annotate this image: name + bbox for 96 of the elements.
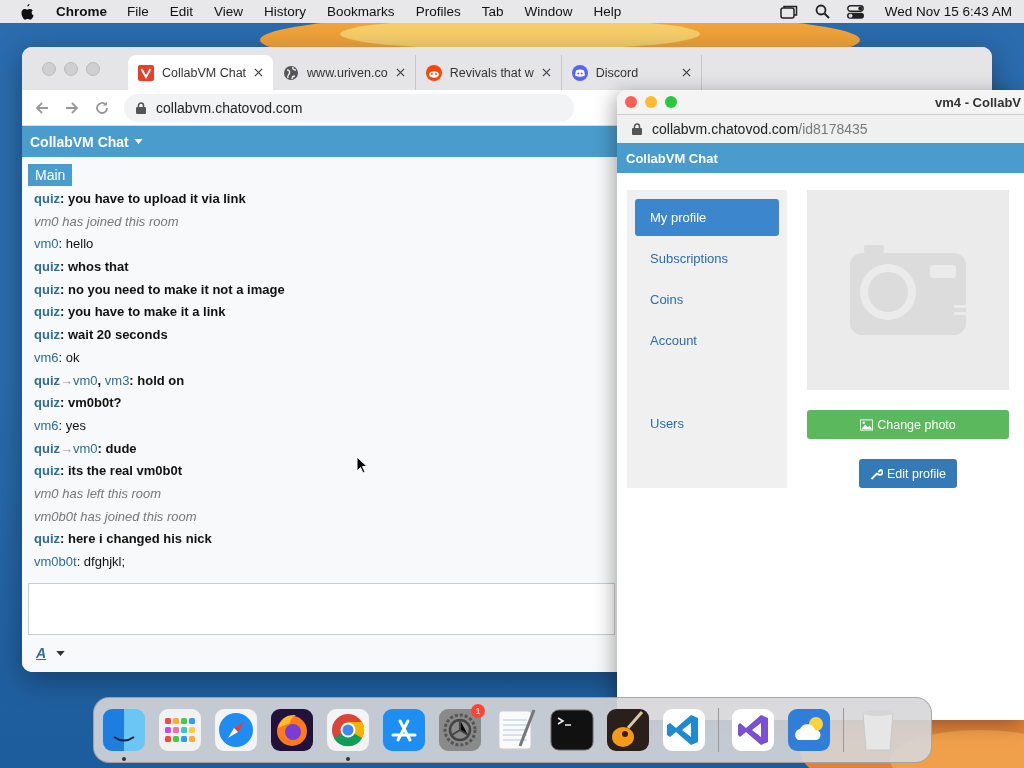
menu-item[interactable]: History bbox=[264, 4, 307, 19]
user-link[interactable]: quiz bbox=[34, 531, 60, 547]
image-icon bbox=[860, 418, 874, 431]
app-grid-icon[interactable] bbox=[158, 708, 202, 752]
close-icon[interactable] bbox=[254, 68, 264, 77]
system-notice: vm0b0t has joined this room bbox=[34, 507, 197, 526]
notification-badge: 1 bbox=[471, 704, 485, 718]
user-link[interactable]: vm0b0t bbox=[34, 554, 77, 569]
chat-message: vm0: hello bbox=[34, 235, 94, 254]
browser-tab[interactable]: CollabVM Chat bbox=[128, 55, 274, 90]
close-light[interactable] bbox=[625, 96, 637, 108]
clock[interactable]: Wed Nov 15 6:43 AM bbox=[884, 4, 1012, 19]
user-link[interactable]: quiz bbox=[34, 327, 60, 343]
guitar-icon[interactable] bbox=[606, 708, 650, 752]
reload-icon[interactable] bbox=[94, 99, 110, 116]
header-title: CollabVM Chat bbox=[626, 150, 718, 166]
user-link[interactable]: quiz bbox=[34, 281, 60, 297]
user-link[interactable]: vm3 bbox=[104, 372, 130, 388]
menu-item[interactable]: File bbox=[127, 4, 149, 19]
windows-icon[interactable] bbox=[779, 4, 798, 19]
user-link[interactable]: vm0 bbox=[34, 236, 59, 252]
caret-icon bbox=[133, 139, 143, 144]
wrench-icon bbox=[869, 467, 883, 480]
gear-icon[interactable] bbox=[438, 708, 482, 752]
nav-item[interactable]: Account bbox=[635, 322, 779, 359]
format-button[interactable]: A bbox=[36, 645, 47, 661]
apple-icon[interactable] bbox=[20, 3, 34, 20]
smile-tile-icon[interactable] bbox=[102, 708, 146, 752]
user-link[interactable]: vm6 bbox=[34, 349, 59, 365]
chat-menu[interactable]: CollabVM Chat bbox=[30, 133, 143, 150]
menu-item[interactable]: View bbox=[214, 4, 244, 19]
chat-message: quiz: you have to upload it via link bbox=[34, 190, 246, 208]
user-link[interactable]: quiz bbox=[34, 259, 60, 275]
user-link[interactable]: quiz bbox=[34, 440, 60, 456]
globe-icon bbox=[283, 64, 300, 81]
compass-icon[interactable] bbox=[214, 708, 258, 752]
lock-icon bbox=[136, 101, 146, 114]
user-link[interactable]: quiz bbox=[34, 395, 60, 411]
chat-message: vm6: ok bbox=[34, 348, 80, 367]
window-title: vm4 - CollabV bbox=[935, 94, 1021, 110]
user-link[interactable]: vm0 bbox=[73, 440, 98, 456]
message-input[interactable] bbox=[28, 583, 615, 635]
nav-item[interactable]: My profile bbox=[635, 199, 779, 236]
browser-tab[interactable]: www.uriven.co bbox=[273, 55, 416, 90]
code-ribbon-icon[interactable] bbox=[662, 708, 706, 752]
system-notice: vm0 has joined this room bbox=[34, 212, 179, 231]
close-icon[interactable] bbox=[395, 68, 405, 77]
menu-item[interactable]: Help bbox=[593, 4, 622, 19]
browser-tab[interactable]: Revivals that w bbox=[415, 55, 562, 90]
chat-message: quiz: you have to make it a link bbox=[34, 303, 226, 322]
user-link[interactable]: quiz bbox=[34, 304, 60, 320]
user-link[interactable]: quiz bbox=[34, 191, 60, 206]
close-icon[interactable] bbox=[541, 68, 551, 77]
user-link[interactable]: quiz bbox=[34, 463, 60, 479]
terminal-icon[interactable] bbox=[550, 708, 594, 752]
menu-item[interactable]: Profiles bbox=[415, 4, 461, 19]
chat-message: quiz: wait 20 seconds bbox=[34, 326, 168, 345]
room-tab[interactable]: Main bbox=[28, 164, 73, 186]
forward-icon[interactable] bbox=[64, 99, 80, 116]
user-link[interactable]: vm6 bbox=[34, 417, 59, 433]
user-link[interactable]: vm0 bbox=[73, 372, 98, 388]
edit-profile-button[interactable]: Edit profile bbox=[858, 459, 958, 488]
flame-globe-icon[interactable] bbox=[270, 708, 314, 752]
chat-message: quiz: no you need to make it not a image bbox=[34, 280, 285, 299]
close-icon[interactable] bbox=[681, 68, 691, 77]
chat-message: vm0b0t: dfghjkl; bbox=[34, 553, 126, 571]
back-icon[interactable] bbox=[34, 99, 50, 116]
a-strokes-icon[interactable] bbox=[382, 708, 426, 752]
url-text: collabvm.chatovod.com bbox=[156, 99, 303, 116]
url-text: collabvm.chatovod.com/id8178435 bbox=[652, 121, 868, 137]
chat-message: quiz→vm0: dude bbox=[34, 439, 137, 458]
chat-message: quiz: whos that bbox=[34, 258, 129, 277]
nav-item[interactable]: Coins bbox=[635, 281, 779, 318]
menu-item[interactable]: Tab bbox=[481, 4, 504, 19]
system-notice: vm0 has left this room bbox=[34, 484, 162, 503]
cloud-sun-icon[interactable] bbox=[787, 708, 831, 752]
menu-item[interactable]: Bookmarks bbox=[327, 4, 395, 19]
chat-message: quiz: its the real vm0b0t bbox=[34, 462, 183, 481]
chat-message: quiz: vm0b0t? bbox=[34, 394, 122, 413]
controller-circle-icon bbox=[571, 64, 588, 81]
chat-message: quiz→vm0, vm3: hold on bbox=[34, 371, 185, 390]
menu-item[interactable]: Window bbox=[524, 4, 573, 19]
user-link[interactable]: quiz bbox=[34, 372, 60, 388]
toggle-icon[interactable] bbox=[846, 4, 864, 19]
nav-item[interactable]: Subscriptions bbox=[635, 240, 779, 277]
alien-circle-icon bbox=[425, 64, 442, 81]
chat-message: quiz: here i changed his nick bbox=[34, 530, 212, 549]
address-bar[interactable]: collabvm.chatovod.com bbox=[124, 93, 574, 122]
caret-icon[interactable] bbox=[56, 650, 66, 656]
search-icon[interactable] bbox=[814, 4, 830, 19]
menu-item[interactable]: Edit bbox=[169, 4, 194, 19]
app-menu[interactable]: Chrome bbox=[56, 4, 107, 19]
lock-icon bbox=[632, 123, 642, 135]
nav-item[interactable]: Users bbox=[635, 405, 779, 442]
cursor-icon bbox=[356, 456, 368, 474]
chat-message: vm6: yes bbox=[34, 416, 87, 435]
